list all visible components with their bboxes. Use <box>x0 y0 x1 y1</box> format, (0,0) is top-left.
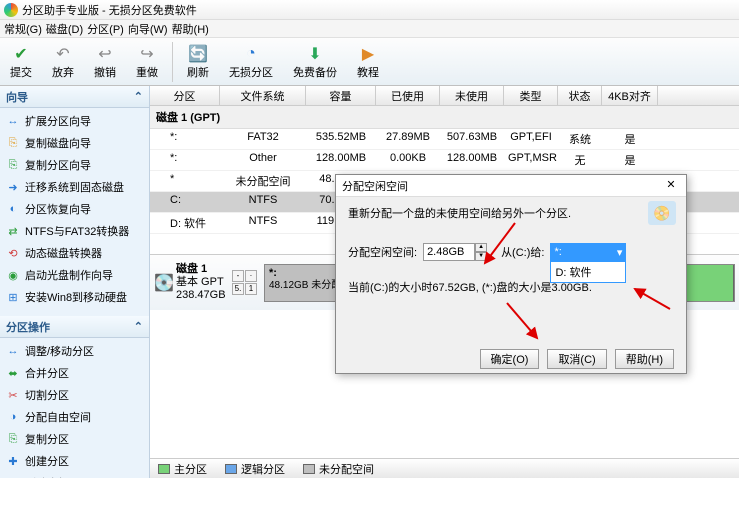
sidebar-icon: ⎘ <box>6 158 20 172</box>
sidebar-item[interactable]: ➜迁移系统到固态磁盘 <box>0 176 149 198</box>
toolbar-重做[interactable]: ↪重做 <box>126 42 168 82</box>
toolbar-icon: ◔ <box>241 44 261 64</box>
table-row[interactable]: *:Other128.00MB0.00KB128.00MBGPT,MSR无是 <box>150 150 739 171</box>
sidebar-icon: ⬌ <box>6 366 20 380</box>
legend-item: 逻辑分区 <box>225 461 285 477</box>
toolbar-icon: ↩ <box>95 44 115 64</box>
sidebar-icon: ✖ <box>6 476 20 478</box>
sidebar-item[interactable]: ◉启动光盘制作向导 <box>0 264 149 286</box>
column-header[interactable]: 已使用 <box>376 86 440 105</box>
chevron-down-icon: ▾ <box>617 246 623 259</box>
close-icon[interactable]: ✕ <box>662 178 680 194</box>
sidebar-item[interactable]: ◐分区恢复向导 <box>0 198 149 220</box>
sidebar-item[interactable]: ⟲动态磁盘转换器 <box>0 242 149 264</box>
app-logo <box>4 3 18 17</box>
sidebar-icon: ✂ <box>6 388 20 402</box>
toolbar-教程[interactable]: ▶教程 <box>347 42 389 82</box>
toolbar-icon: ↪ <box>137 44 157 64</box>
disk-ctrl[interactable]: - <box>232 270 244 282</box>
sidebar-item[interactable]: ⎘复制分区向导 <box>0 154 149 176</box>
sidebar-icon: ➜ <box>6 180 20 194</box>
disk-name: 磁盘 1 <box>176 263 207 275</box>
sidebar-item[interactable]: ↔扩展分区向导 <box>0 110 149 132</box>
cancel-button[interactable]: 取消(C) <box>547 349 606 369</box>
sidebar-icon: ⇄ <box>6 224 20 238</box>
window-title: 分区助手专业版 - 无损分区免费软件 <box>22 2 197 18</box>
column-header[interactable]: 4KB对齐 <box>602 86 658 105</box>
spin-down-icon[interactable]: ▼ <box>475 252 487 261</box>
toolbar-放弃[interactable]: ↶放弃 <box>42 42 84 82</box>
allocate-size-input[interactable] <box>423 243 475 261</box>
toolbar-无损分区[interactable]: ◔无损分区 <box>219 42 283 82</box>
sidebar-icon: ⊞ <box>6 290 20 304</box>
collapse-icon[interactable]: ⌃ <box>134 90 143 103</box>
menu-partition[interactable]: 分区(P) <box>87 21 124 37</box>
table-row[interactable]: *:FAT32535.52MB27.89MB507.63MBGPT,EFI系统是 <box>150 129 739 150</box>
column-header[interactable]: 未使用 <box>440 86 504 105</box>
column-header[interactable]: 容量 <box>306 86 376 105</box>
target-partition-select[interactable]: *:▾ D: 软件 <box>550 243 626 261</box>
sidebar-icon: ↔ <box>6 114 20 128</box>
toolbar-撤销[interactable]: ↩撤销 <box>84 42 126 82</box>
combo-option[interactable]: D: 软件 <box>551 262 625 282</box>
disk-group-header: 磁盘 1 (GPT) <box>150 106 739 129</box>
toolbar-icon: ▶ <box>358 44 378 64</box>
menu-wizard[interactable]: 向导(W) <box>128 21 168 37</box>
dialog-title: 分配空闲空间 <box>342 178 408 194</box>
allocate-space-dialog: 分配空闲空间 ✕ 📀 重新分配一个盘的未使用空间给另外一个分区. 分配空闲空间:… <box>335 174 687 374</box>
sidebar-item[interactable]: ↔调整/移动分区 <box>0 340 149 362</box>
collapse-icon[interactable]: ⌃ <box>134 320 143 333</box>
sidebar-icon: ⎘ <box>6 136 20 150</box>
disk-ctrl[interactable]: · <box>245 270 257 282</box>
toolbar-icon: ↶ <box>53 44 73 64</box>
menu-disk[interactable]: 磁盘(D) <box>46 21 83 37</box>
sidebar-item[interactable]: ⬌合并分区 <box>0 362 149 384</box>
legend-item: 主分区 <box>158 461 207 477</box>
toolbar-icon: ⬇ <box>305 44 325 64</box>
sidebar-icon: ◑ <box>6 410 20 424</box>
ok-button[interactable]: 确定(O) <box>480 349 540 369</box>
sidebar-icon: ↔ <box>6 344 20 358</box>
dialog-icon: 📀 <box>648 201 676 225</box>
sidebar-item[interactable]: ✖删除卷标 <box>0 472 149 478</box>
menu-help[interactable]: 帮助(H) <box>172 21 209 37</box>
menu-general[interactable]: 常规(G) <box>4 21 42 37</box>
disk-size: 238.47GB <box>176 289 226 301</box>
wizard-panel-title: 向导 <box>6 89 28 105</box>
sidebar-item[interactable]: ⎘复制分区 <box>0 428 149 450</box>
disk-ctrl[interactable]: 1 <box>245 283 257 295</box>
allocate-label: 分配空闲空间: <box>348 244 417 260</box>
sidebar-item[interactable]: ✚创建分区 <box>0 450 149 472</box>
column-header[interactable]: 状态 <box>558 86 602 105</box>
column-header[interactable]: 分区 <box>150 86 220 105</box>
from-to-label: 从(C:)给: <box>501 244 544 260</box>
help-button[interactable]: 帮助(H) <box>615 349 674 369</box>
legend-item: 未分配空间 <box>303 461 374 477</box>
ops-panel-title: 分区操作 <box>6 319 50 335</box>
disk-ctrl[interactable]: 5. <box>232 283 244 295</box>
sidebar-icon: ◐ <box>6 202 20 216</box>
toolbar-免费备份[interactable]: ⬇免费备份 <box>283 42 347 82</box>
menubar: 常规(G) 磁盘(D) 分区(P) 向导(W) 帮助(H) <box>0 20 739 38</box>
spin-up-icon[interactable]: ▲ <box>475 243 487 252</box>
sidebar-item[interactable]: ⎘复制磁盘向导 <box>0 132 149 154</box>
toolbar-icon: 🔄 <box>188 44 208 64</box>
toolbar-提交[interactable]: ✔提交 <box>0 42 42 82</box>
disk-icon: 💽 <box>154 273 174 293</box>
disk-sub: 基本 GPT <box>176 276 224 288</box>
dialog-desc: 重新分配一个盘的未使用空间给另外一个分区. <box>348 205 674 221</box>
toolbar-刷新[interactable]: 🔄刷新 <box>177 42 219 82</box>
sidebar-item[interactable]: ◑分配自由空间 <box>0 406 149 428</box>
sidebar-icon: ✚ <box>6 454 20 468</box>
sidebar-item[interactable]: ✂切割分区 <box>0 384 149 406</box>
sidebar-item[interactable]: ⊞安装Win8到移动硬盘 <box>0 286 149 308</box>
column-header[interactable]: 类型 <box>504 86 558 105</box>
sidebar-icon: ⎘ <box>6 432 20 446</box>
column-header[interactable]: 文件系统 <box>220 86 306 105</box>
toolbar-icon: ✔ <box>11 44 31 64</box>
sidebar-icon: ⟲ <box>6 246 20 260</box>
sidebar-icon: ◉ <box>6 268 20 282</box>
sidebar-item[interactable]: ⇄NTFS与FAT32转换器 <box>0 220 149 242</box>
